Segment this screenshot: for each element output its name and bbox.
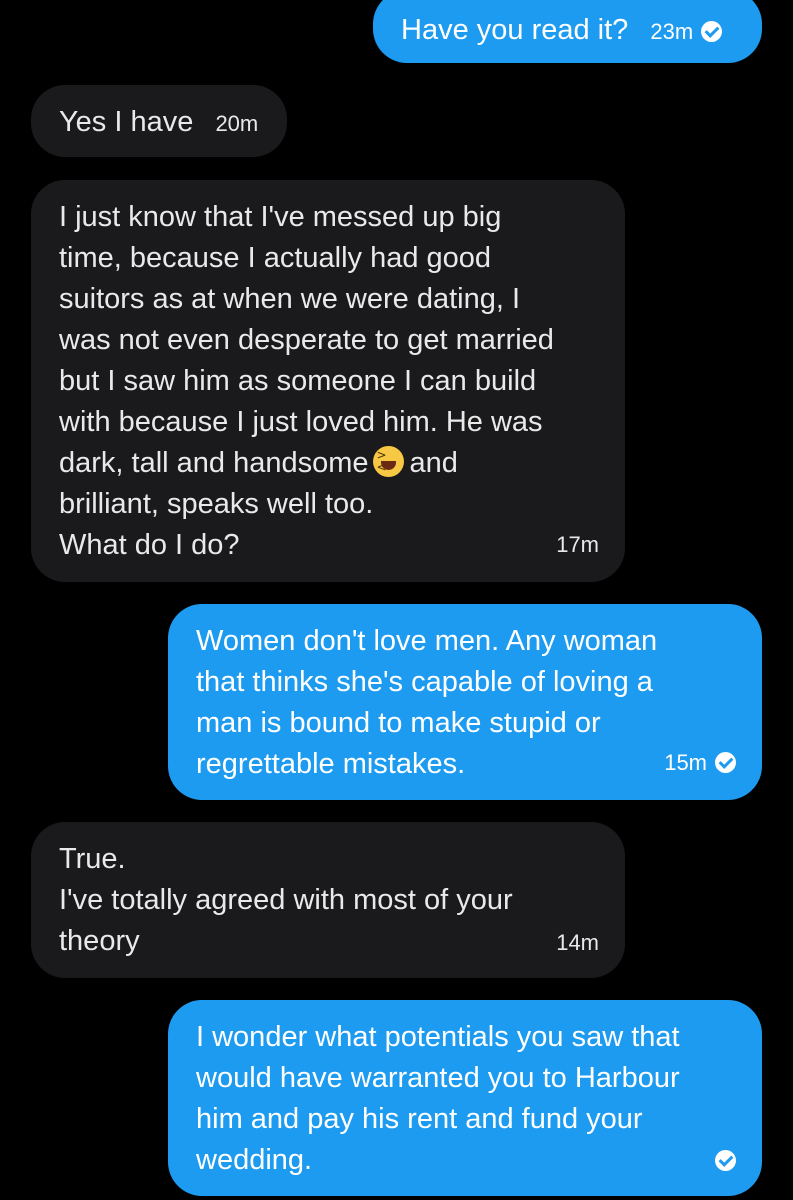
message-bubble-sent[interactable]: Have you read it? 23m xyxy=(373,0,762,63)
message-text: Have you read it? xyxy=(401,14,629,46)
message-timestamp: 14m xyxy=(556,930,599,955)
message-text: True. I've totally agreed with most of y… xyxy=(59,843,513,957)
read-receipt-icon xyxy=(715,1150,736,1171)
message-text: I just know that I've messed up big time… xyxy=(59,201,554,479)
message-text: Yes I have xyxy=(59,106,194,138)
message-timestamp: 23m xyxy=(650,19,723,44)
message-timestamp: 15m xyxy=(664,750,736,776)
message-timestamp: 17m xyxy=(556,532,599,557)
message-text: Women don't love men. Any woman that thi… xyxy=(196,625,658,780)
message-bubble-sent[interactable]: Women don't love men. Any woman that thi… xyxy=(168,604,762,800)
message-text: I wonder what potentials you saw that wo… xyxy=(196,1021,680,1176)
message-timestamp xyxy=(707,1148,736,1174)
message-bubble-received[interactable]: Yes I have 20m xyxy=(31,85,287,157)
read-receipt-icon xyxy=(701,21,723,42)
message-timestamp: 20m xyxy=(215,111,259,136)
message-bubble-received[interactable]: I just know that I've messed up big time… xyxy=(31,180,625,582)
grinning-squinting-face-icon xyxy=(372,446,404,477)
read-receipt-icon xyxy=(715,752,736,773)
message-bubble-sent[interactable]: I wonder what potentials you saw that wo… xyxy=(168,1000,762,1196)
message-bubble-received[interactable]: True. I've totally agreed with most of y… xyxy=(31,822,625,978)
